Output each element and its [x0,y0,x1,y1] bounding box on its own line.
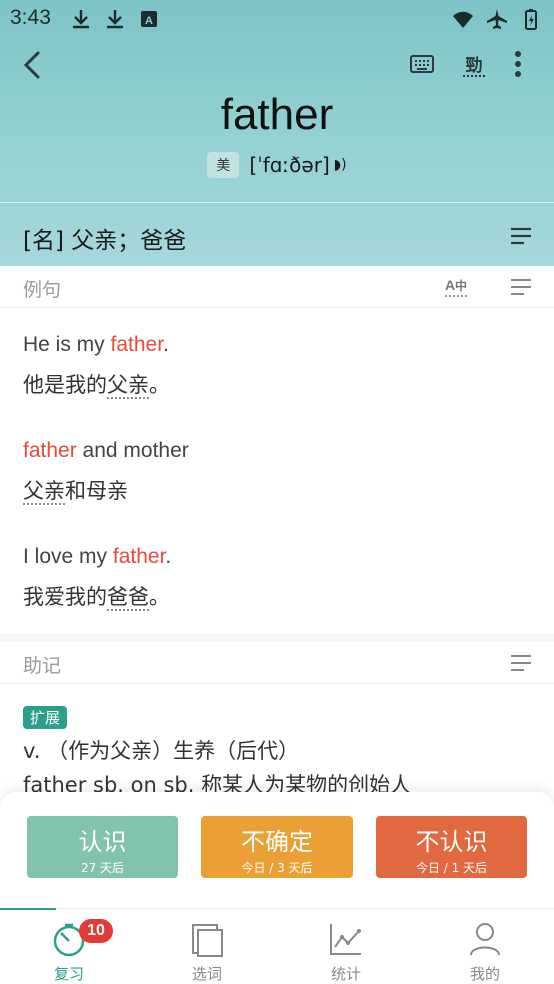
battery-icon [525,9,537,30]
keyboard-icon[interactable] [408,50,436,78]
content-area: 例句 A中 He is my father. 他是我的父亲。 father an… [0,266,554,796]
person-icon [470,923,500,956]
region-badge: 美 [207,152,240,178]
wifi-icon [453,11,473,28]
review-count-badge: 10 [79,919,113,943]
airplane-icon [487,9,507,29]
word-title: father [220,90,334,139]
definition-text: [名] 父亲；爸爸 [23,228,187,254]
menu-lines-icon[interactable] [509,276,533,298]
more-icon[interactable] [506,48,530,80]
nav-profile[interactable]: 我的 [435,909,535,984]
menu-lines-icon[interactable] [509,225,533,247]
nav-stats[interactable]: 统计 [296,909,396,984]
phonetic-text: [ˈfɑːðər] [249,153,330,177]
nav-review[interactable]: 复习 10 [19,909,119,984]
answer-panel: 认识 27 天后 不确定 今日 / 3 天后 不认识 今日 / 1 天后 [0,792,554,908]
cards-icon [192,924,223,957]
svg-text:A: A [445,277,455,293]
menu-lines-icon[interactable] [509,652,533,674]
examples-header: 例句 A中 [0,266,554,308]
nav-profile-label: 我的 [469,965,500,983]
example-english: He is my father. [23,333,169,356]
mnemonic-body: 扩展 v. （作为父亲）生养（后代） father sb. on sb. 称某人… [0,684,554,796]
example-chinese: 父亲和母亲 [23,479,128,505]
example-item: I love my father. 我爱我的爸爸。 [23,540,531,620]
chart-icon [330,924,361,955]
pronunciation-row[interactable]: 美 [ˈfɑːðər] ◗) [0,152,554,178]
back-icon[interactable] [16,48,48,82]
example-chinese: 他是我的父亲。 [23,373,170,399]
example-english: I love my father. [23,545,172,568]
examples-list: He is my father. 他是我的父亲。 father and moth… [0,308,554,634]
nav-select-words[interactable]: 选词 [157,909,257,984]
unknown-button[interactable]: 不认识 今日 / 1 天后 [376,816,527,878]
mnemonic-line: v. （作为父亲）生养（后代） [23,739,300,763]
status-time: 3:43 [10,6,51,29]
mnemonic-title: 助记 [23,655,62,677]
examples-title: 例句 [23,279,62,301]
download-icon [73,10,89,29]
word-header: 3:43 A 勁 father 美 [ˈfɑːðər] ◗) [名] 父亲；爸爸 [0,0,554,266]
status-bar: 3:43 A [0,0,554,38]
mnemonic-header: 助记 [0,642,554,684]
bottom-nav: 复习 10 选词 统计 我的 [0,908,554,984]
app-notification-icon: A [141,11,157,27]
example-chinese: 我爱我的爸爸。 [23,585,170,611]
unsure-button[interactable]: 不确定 今日 / 3 天后 [201,816,353,878]
extension-tag: 扩展 [23,706,68,729]
mnemonic-section: 助记 扩展 v. （作为父亲）生养（后代） father sb. on sb. … [0,642,554,796]
svg-text:勁: 勁 [466,55,483,76]
download-icon [107,10,123,29]
know-button[interactable]: 认识 27 天后 [27,816,178,878]
nav-select-label: 选词 [191,965,222,983]
svg-text:A: A [145,15,153,27]
example-item: He is my father. 他是我的父亲。 [23,328,531,408]
example-item: father and mother 父亲和母亲 [23,434,531,514]
svg-text:中: 中 [455,278,467,293]
sound-icon[interactable]: ◗) [334,157,347,173]
nav-stats-label: 统计 [330,965,361,983]
top-toolbar: 勁 [0,42,554,88]
nav-review-label: 复习 [53,965,84,983]
definition-row: [名] 父亲；爸爸 [0,202,554,266]
example-english: father and mother [23,439,189,462]
translate-icon[interactable]: A中 [444,275,472,299]
read-aloud-icon[interactable]: 勁 [460,50,488,78]
